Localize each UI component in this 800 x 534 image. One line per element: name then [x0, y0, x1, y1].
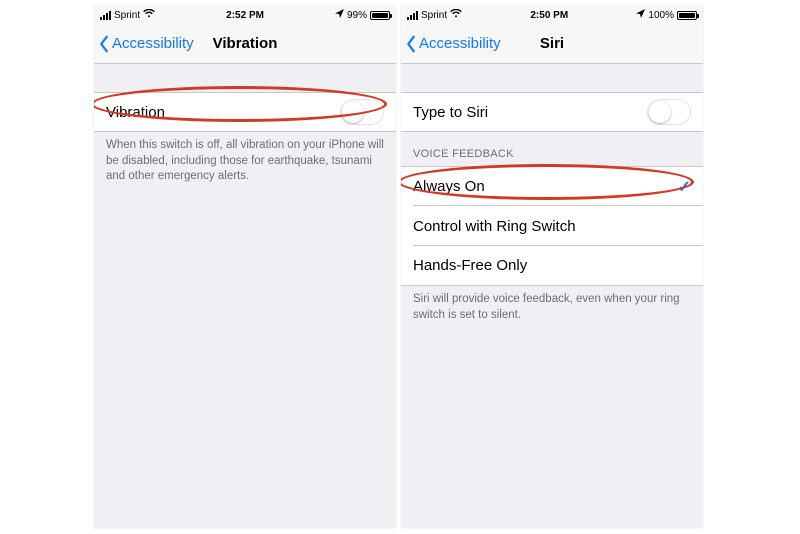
vibration-row[interactable]: Vibration — [94, 92, 396, 132]
back-label: Accessibility — [419, 35, 501, 52]
nav-bar: Accessibility Vibration — [94, 24, 396, 64]
status-time: 2:52 PM — [226, 10, 264, 21]
phone-siri: Sprint 2:50 PM 100% Accessibility — [401, 6, 703, 528]
option-label: Always On — [413, 178, 485, 195]
checkmark-icon: ✓ — [678, 177, 691, 197]
spacer — [401, 64, 703, 92]
battery-icon — [677, 11, 697, 20]
voice-feedback-group: Always On ✓ Control with Ring Switch Han… — [401, 166, 703, 286]
battery-percent: 100% — [648, 10, 674, 21]
nav-title: Vibration — [213, 35, 278, 52]
vibration-toggle[interactable] — [340, 99, 384, 125]
vibration-footer: When this switch is off, all vibration o… — [94, 132, 396, 185]
voice-feedback-header: VOICE FEEDBACK — [401, 132, 703, 166]
back-label: Accessibility — [112, 35, 194, 52]
status-bar: Sprint 2:52 PM 99% — [94, 6, 396, 24]
back-button[interactable]: Accessibility — [98, 24, 194, 63]
status-right: 100% — [636, 10, 697, 21]
status-bar: Sprint 2:50 PM 100% — [401, 6, 703, 24]
wifi-icon — [143, 9, 155, 21]
option-hands-free[interactable]: Hands-Free Only — [401, 246, 703, 286]
type-to-siri-row[interactable]: Type to Siri — [401, 92, 703, 132]
status-left: Sprint — [100, 9, 155, 21]
status-left: Sprint — [407, 9, 462, 21]
carrier-label: Sprint — [421, 10, 447, 21]
nav-title: Siri — [540, 35, 564, 52]
type-to-siri-label: Type to Siri — [413, 104, 488, 121]
status-right: 99% — [335, 10, 390, 21]
wifi-icon — [450, 9, 462, 21]
battery-percent: 99% — [347, 10, 367, 21]
option-label: Hands-Free Only — [413, 257, 527, 274]
toggle-knob — [342, 101, 364, 123]
back-button[interactable]: Accessibility — [405, 24, 501, 63]
status-time: 2:50 PM — [530, 10, 568, 21]
location-icon — [335, 9, 344, 20]
chevron-left-icon — [98, 35, 110, 53]
vibration-label: Vibration — [106, 104, 165, 121]
phone-vibration: Sprint 2:52 PM 99% Accessibility — [94, 6, 396, 528]
option-always-on[interactable]: Always On ✓ — [401, 166, 703, 206]
chevron-left-icon — [405, 35, 417, 53]
carrier-label: Sprint — [114, 10, 140, 21]
siri-footer: Siri will provide voice feedback, even w… — [401, 286, 703, 323]
type-to-siri-toggle[interactable] — [647, 99, 691, 125]
battery-icon — [370, 11, 390, 20]
screenshot-stage: Sprint 2:52 PM 99% Accessibility — [0, 0, 800, 534]
signal-icon — [100, 11, 111, 20]
toggle-knob — [649, 101, 671, 123]
spacer — [94, 64, 396, 92]
location-icon — [636, 9, 645, 20]
option-label: Control with Ring Switch — [413, 218, 576, 235]
option-ring-switch[interactable]: Control with Ring Switch — [401, 206, 703, 246]
nav-bar: Accessibility Siri — [401, 24, 703, 64]
signal-icon — [407, 11, 418, 20]
